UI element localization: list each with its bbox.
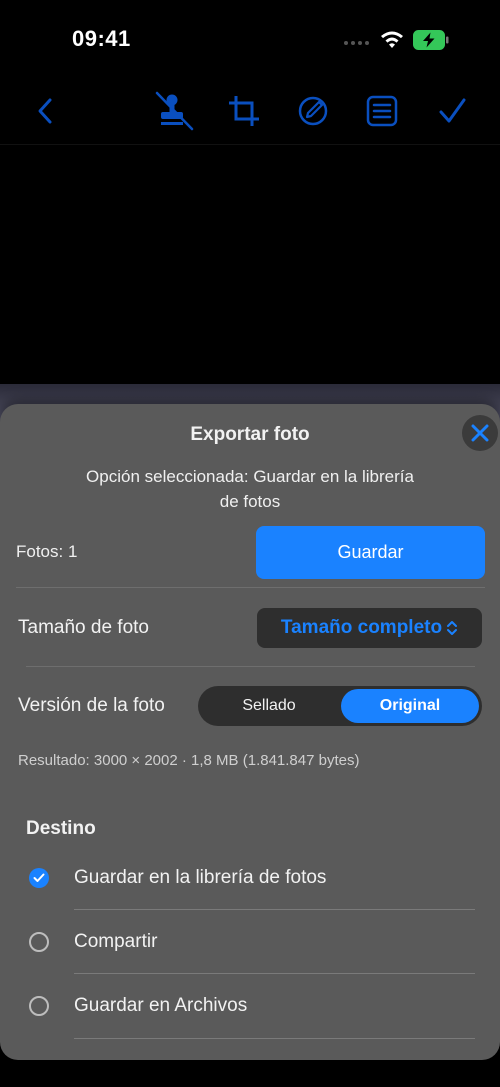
back-button[interactable] (23, 88, 69, 134)
seal-off-icon (155, 91, 194, 131)
chevron-up-down-icon (447, 621, 458, 635)
segment-original[interactable]: Original (341, 689, 479, 723)
cellular-dots-icon (344, 41, 369, 45)
checkmark-icon (439, 98, 466, 123)
radio-checked-icon (29, 868, 49, 888)
status-bar: 09:41 (0, 0, 500, 80)
selected-option-text: Opción seleccionada: Guardar en la libre… (50, 464, 450, 514)
status-time: 09:41 (72, 26, 131, 51)
destination-item-photo-library[interactable]: Guardar en la librería de fotos (0, 846, 500, 910)
seal-toggle-button[interactable] (151, 88, 197, 134)
destination-item-share[interactable]: Compartir (0, 910, 500, 974)
markup-icon (298, 96, 328, 126)
divider (74, 1038, 475, 1039)
export-sheet: Exportar foto Opción seleccionada: Guard… (0, 404, 500, 1060)
radio-unchecked-icon (29, 996, 49, 1016)
divider (26, 666, 475, 667)
wifi-icon (381, 31, 403, 48)
destination-label: Guardar en Archivos (74, 995, 248, 1016)
radio-unchecked-icon (29, 932, 49, 952)
close-button[interactable] (462, 415, 498, 451)
selected-option-line-1: Opción seleccionada: Guardar en la libre… (86, 467, 414, 486)
photo-size-label: Tamaño de foto (18, 617, 149, 638)
destination-item-files[interactable]: Guardar en Archivos (0, 974, 500, 1038)
markup-button[interactable] (290, 88, 336, 134)
divider (16, 587, 485, 588)
sheet-title: Exportar foto (190, 424, 310, 445)
save-button[interactable]: Guardar (256, 526, 485, 579)
result-info: Resultado: 3000 × 2002 · 1,8 MB (1.841.8… (18, 752, 360, 769)
photo-version-label: Versión de la foto (18, 695, 165, 716)
back-chevron-icon (38, 98, 52, 124)
list-icon (366, 95, 398, 127)
crop-button[interactable] (221, 88, 267, 134)
destination-label: Compartir (74, 931, 158, 952)
info-list-button[interactable] (359, 88, 405, 134)
selected-option-line-2: de fotos (219, 492, 281, 511)
done-button[interactable] (429, 88, 475, 134)
destination-title: Destino (26, 818, 96, 839)
version-segmented-control: Sellado Original (198, 686, 482, 726)
photo-size-select[interactable]: Tamaño completo (257, 608, 482, 648)
destination-label: Guardar en la librería de fotos (74, 867, 327, 888)
battery-charging-icon (413, 30, 449, 50)
crop-icon (229, 96, 259, 126)
segment-sealed[interactable]: Sellado (201, 689, 337, 723)
editor-toolbar (0, 80, 500, 145)
photos-count: Fotos: 1 (16, 542, 78, 561)
close-icon (471, 424, 489, 442)
photo-size-value: Tamaño completo (280, 617, 443, 638)
